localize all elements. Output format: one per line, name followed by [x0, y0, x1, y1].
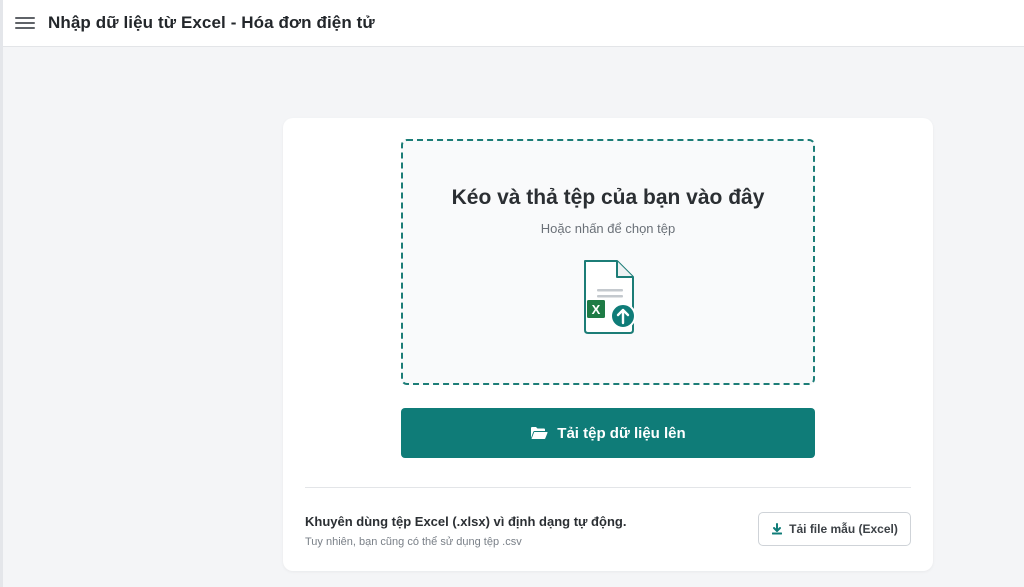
divider [305, 487, 911, 488]
excel-file-upload-icon: X [584, 260, 636, 334]
download-sample-button[interactable]: Tải file mẫu (Excel) [758, 512, 911, 546]
csv-note: Tuy nhiên, bạn cũng có thể sử dụng tệp .… [305, 536, 522, 548]
excel-badge-letter: X [592, 302, 601, 317]
format-recommendation: Khuyên dùng tệp Excel (.xlsx) vì định dạ… [305, 514, 627, 529]
import-card: Kéo và thả tệp của bạn vào đây Hoặc nhấn… [283, 118, 933, 571]
download-icon [772, 523, 783, 535]
top-bar: Nhập dữ liệu từ Excel - Hóa đơn điện tử [3, 0, 1024, 47]
window-edge [0, 0, 3, 587]
sample-button-label: Tải file mẫu (Excel) [789, 522, 898, 536]
upload-data-button[interactable]: Tải tệp dữ liệu lên [401, 408, 815, 458]
upload-button-label: Tải tệp dữ liệu lên [557, 424, 686, 442]
folder-open-icon [531, 427, 548, 439]
hamburger-menu-icon[interactable] [15, 15, 35, 31]
dropzone-subtitle: Hoặc nhấn để chọn tệp [540, 221, 676, 236]
page-title: Nhập dữ liệu từ Excel - Hóa đơn điện tử [48, 13, 375, 32]
file-dropzone[interactable]: Kéo và thả tệp của bạn vào đây Hoặc nhấn… [401, 139, 815, 385]
dropzone-title: Kéo và thả tệp của bạn vào đây [451, 186, 765, 209]
